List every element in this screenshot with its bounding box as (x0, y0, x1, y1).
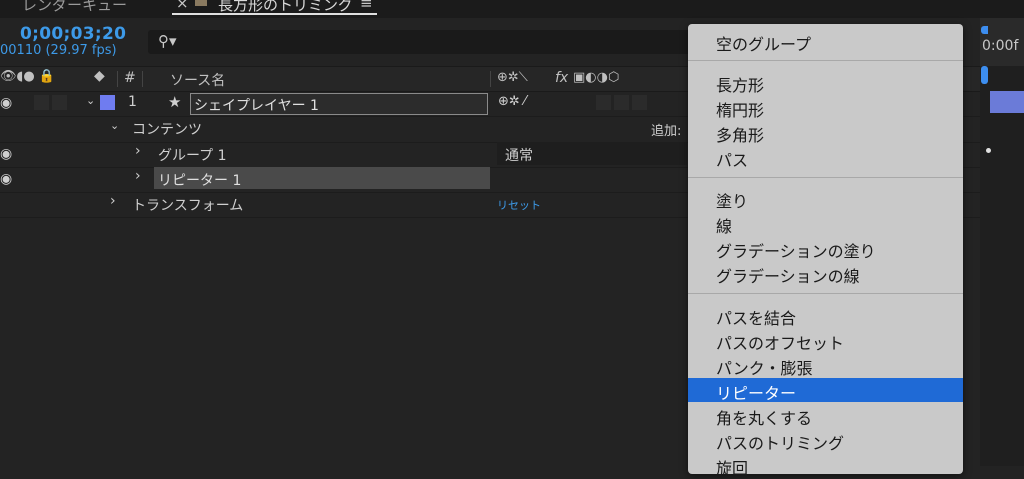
switch-box[interactable] (596, 95, 611, 110)
playhead[interactable] (981, 66, 988, 84)
chevron-down-icon[interactable]: ⌄ (110, 119, 119, 132)
active-tab-indicator (172, 13, 377, 15)
keyframe-dot[interactable] (986, 148, 991, 153)
column-source-name[interactable]: ソース名 (170, 70, 225, 90)
composition-swatch (195, 0, 207, 6)
chevron-right-icon[interactable]: › (135, 143, 141, 159)
menu-item-stroke[interactable]: 線 (688, 211, 963, 236)
menu-item-empty-group[interactable]: 空のグループ (688, 29, 963, 54)
switches-icons: ⊕✲⟍ (497, 70, 528, 85)
av-switches-icons: 👁◖● 🔒 (0, 69, 56, 84)
menu-item-repeater[interactable]: リピーター (688, 378, 963, 403)
menu-divider (688, 293, 963, 294)
search-input[interactable] (148, 30, 693, 54)
menu-item-gradient-stroke[interactable]: グラデーションの線 (688, 261, 963, 286)
chevron-right-icon[interactable]: › (135, 168, 141, 184)
chevron-down-icon[interactable]: ⌄ (86, 94, 95, 107)
menu-item-twist[interactable]: 旋回 (688, 453, 963, 478)
group-label: グループ 1 (158, 148, 227, 164)
tab-close-icon[interactable]: × (176, 0, 189, 12)
eye-icon[interactable]: ◉ (0, 95, 12, 111)
audio-toggle[interactable] (34, 95, 49, 110)
add-label[interactable]: 追加: (651, 120, 681, 139)
timeline-ruler-label: 0:00f (982, 38, 1019, 54)
eye-icon[interactable]: ◉ (0, 146, 12, 162)
layer-duration-bar[interactable] (990, 91, 1024, 113)
menu-item-merge-paths[interactable]: パスを結合 (688, 303, 963, 328)
chevron-right-icon[interactable]: › (110, 193, 116, 209)
menu-divider (688, 60, 963, 61)
frame-count: 00110 (29.97 fps) (0, 43, 117, 58)
repeater-label[interactable]: リピーター 1 (158, 170, 241, 190)
layer-name[interactable]: シェイプレイヤー 1 (194, 95, 319, 115)
fx-switch: fx (555, 70, 569, 86)
menu-divider (688, 177, 963, 178)
layer-switches[interactable]: ⊕✲ ⁄ (498, 94, 526, 109)
menu-item-offset-paths[interactable]: パスのオフセット (688, 328, 963, 353)
menu-item-round-corners[interactable]: 角を丸くする (688, 403, 963, 428)
solo-toggle[interactable] (52, 95, 67, 110)
shape-star-icon: ★ (168, 93, 182, 111)
switches-icons-2: ▣◐◑⬡ (573, 70, 620, 85)
tab-render-queue[interactable]: レンダーキュー (22, 0, 127, 15)
blend-mode-value[interactable]: 通常 (505, 145, 533, 165)
label-color-swatch[interactable] (100, 95, 115, 110)
switch-box[interactable] (632, 95, 647, 110)
eye-icon[interactable]: ◉ (0, 171, 12, 187)
label-tag-icon: ◆ (94, 68, 105, 84)
menu-item-polygon[interactable]: 多角形 (688, 120, 963, 145)
transform-label: トランスフォーム (132, 198, 244, 214)
menu-item-fill[interactable]: 塗り (688, 186, 963, 211)
menu-item-trim-paths[interactable]: パスのトリミング (688, 428, 963, 453)
work-area-start-marker[interactable] (981, 26, 988, 34)
search-icon[interactable]: ⚲▾ (158, 32, 177, 50)
menu-item-ellipse[interactable]: 楕円形 (688, 95, 963, 120)
add-shape-context-menu: 空のグループ 長方形 楕円形 多角形 パス 塗り 線 グラデーションの塗り グラ… (688, 24, 963, 478)
layer-number: 1 (128, 94, 137, 110)
menu-item-rectangle[interactable]: 長方形 (688, 70, 963, 95)
switch-box[interactable] (614, 95, 629, 110)
current-time-display[interactable]: 0;00;03;20 (20, 24, 126, 44)
menu-item-pucker-bloat[interactable]: パンク・膨張 (688, 353, 963, 378)
column-number: # (124, 70, 136, 86)
reset-link[interactable]: リセット (497, 197, 541, 213)
contents-label: コンテンツ (132, 122, 202, 138)
tab-bar (0, 0, 1024, 18)
menu-item-gradient-fill[interactable]: グラデーションの塗り (688, 236, 963, 261)
timeline-track-area[interactable] (980, 66, 1024, 466)
menu-item-path[interactable]: パス (688, 145, 963, 170)
tab-menu-icon[interactable]: ≡ (360, 0, 373, 12)
